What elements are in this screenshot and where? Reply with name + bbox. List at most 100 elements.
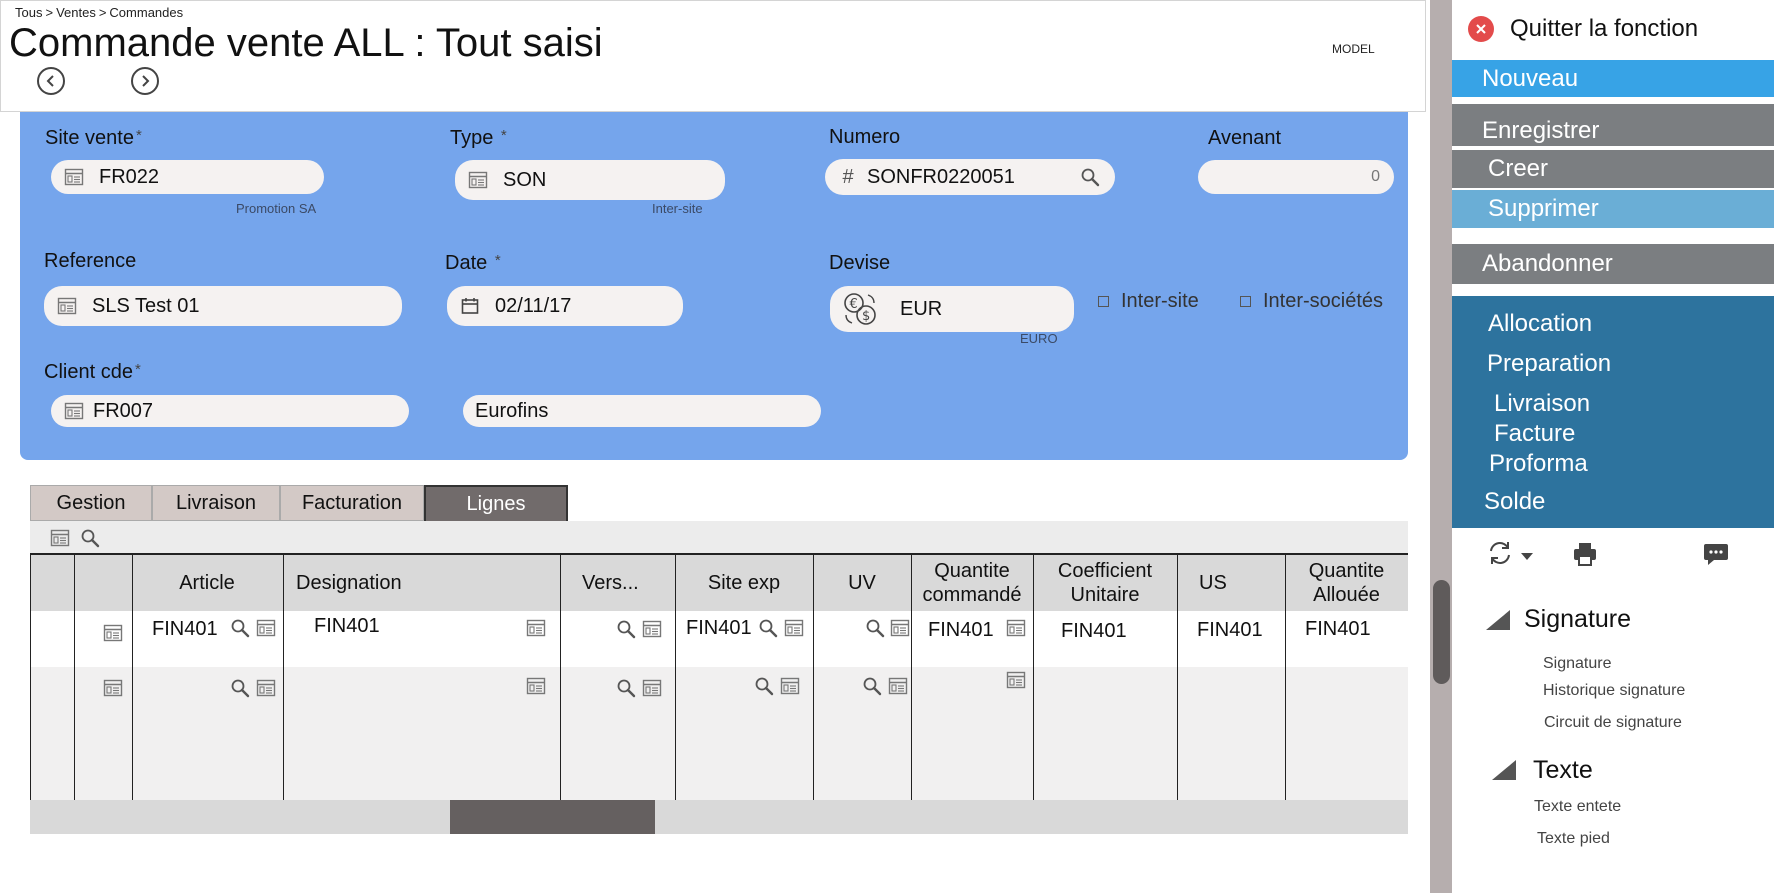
- cell-article[interactable]: FIN401: [152, 618, 218, 641]
- action-preparation[interactable]: Preparation: [1487, 350, 1611, 378]
- historique-signature-link[interactable]: Historique signature: [1543, 682, 1685, 700]
- vertical-scroll-thumb[interactable]: [1433, 580, 1450, 684]
- tab-lignes[interactable]: Lignes: [424, 485, 568, 521]
- table-lookup-icon[interactable]: [103, 623, 123, 643]
- tab-facturation[interactable]: Facturation: [280, 485, 424, 521]
- devise-field[interactable]: € $ EUR: [830, 286, 1074, 332]
- column-header-vers[interactable]: Vers...: [560, 555, 674, 611]
- table-lookup-icon[interactable]: [103, 678, 123, 698]
- table-lookup-icon[interactable]: [256, 618, 276, 638]
- table-lookup-icon[interactable]: [467, 170, 489, 190]
- avenant-field[interactable]: 0: [1198, 160, 1394, 194]
- enregistrer-button[interactable]: Enregistrer: [1452, 104, 1774, 146]
- texte-pied-link[interactable]: Texte pied: [1537, 830, 1610, 848]
- previous-record-button[interactable]: [37, 67, 65, 95]
- column-header-coefficient-unitaire[interactable]: Coefficient Unitaire: [1033, 555, 1177, 611]
- table-lookup-icon[interactable]: [784, 618, 804, 638]
- cell-coefficient-unitaire[interactable]: FIN401: [1061, 620, 1127, 643]
- refresh-icon[interactable]: [1485, 538, 1515, 573]
- search-icon[interactable]: [758, 618, 778, 638]
- numero-field[interactable]: # SONFR0220051: [825, 159, 1115, 195]
- inter-societes-checkbox[interactable]: Inter-sociétés: [1240, 290, 1383, 313]
- supprimer-button[interactable]: Supprimer: [1452, 190, 1774, 228]
- search-icon[interactable]: [862, 676, 882, 696]
- breadcrumb-item-tous[interactable]: Tous: [15, 5, 42, 20]
- search-icon[interactable]: [616, 678, 636, 698]
- client-cde-field[interactable]: FR007: [51, 395, 409, 427]
- texte-entete-link[interactable]: Texte entete: [1534, 798, 1621, 816]
- table-lookup-icon[interactable]: [642, 619, 662, 639]
- tab-livraison[interactable]: Livraison: [152, 485, 280, 521]
- main-area: Tous > Ventes > Commandes Commande vente ALL…: [0, 0, 1426, 893]
- comment-icon[interactable]: [1702, 540, 1730, 573]
- table-lookup-icon[interactable]: [63, 167, 85, 187]
- table-lookup-icon[interactable]: [256, 678, 276, 698]
- table-lookup-icon[interactable]: [56, 296, 78, 316]
- calendar-icon[interactable]: [459, 296, 481, 316]
- column-header-us[interactable]: US: [1177, 555, 1285, 611]
- breadcrumb-item-commandes[interactable]: Commandes: [109, 5, 183, 20]
- inter-site-checkbox[interactable]: Inter-site: [1098, 290, 1199, 313]
- action-allocation[interactable]: Allocation: [1488, 310, 1592, 338]
- date-field[interactable]: 02/11/17: [447, 286, 683, 326]
- breadcrumb-item-ventes[interactable]: Ventes: [56, 5, 96, 20]
- site-vente-field[interactable]: FR022: [51, 160, 324, 194]
- cell-designation[interactable]: FIN401: [314, 615, 380, 638]
- tab-gestion[interactable]: Gestion: [30, 485, 152, 521]
- signature-section-title[interactable]: Signature: [1524, 605, 1631, 634]
- texte-section-title[interactable]: Texte: [1533, 756, 1593, 785]
- close-icon[interactable]: [1468, 16, 1494, 42]
- search-icon[interactable]: [865, 618, 885, 638]
- table-lookup-icon[interactable]: [1006, 670, 1026, 690]
- vertical-scrollbar[interactable]: [1430, 0, 1452, 893]
- action-facture[interactable]: Facture: [1494, 420, 1575, 448]
- column-header-quantite-commande[interactable]: Quantite commandé: [911, 555, 1033, 611]
- column-header-uv[interactable]: UV: [813, 555, 911, 611]
- next-record-button[interactable]: [131, 67, 159, 95]
- search-icon[interactable]: [80, 528, 100, 553]
- quit-function-button[interactable]: Quitter la fonction: [1468, 15, 1698, 43]
- table-lookup-icon[interactable]: [50, 528, 70, 553]
- table-lookup-icon[interactable]: [526, 676, 546, 696]
- creer-button[interactable]: Creer: [1452, 150, 1774, 188]
- search-icon[interactable]: [230, 618, 250, 638]
- search-icon[interactable]: [616, 619, 636, 639]
- column-header-site-exp[interactable]: Site exp: [675, 555, 813, 611]
- chevron-down-icon[interactable]: [1520, 548, 1534, 566]
- nouveau-button[interactable]: Nouveau: [1452, 60, 1774, 97]
- type-field[interactable]: SON: [455, 160, 725, 200]
- cell-us[interactable]: FIN401: [1197, 619, 1263, 642]
- checkbox-box[interactable]: [1240, 296, 1251, 307]
- table-lookup-icon[interactable]: [780, 676, 800, 696]
- section-expand-icon[interactable]: [1490, 758, 1518, 782]
- search-icon[interactable]: [230, 678, 250, 698]
- signature-link[interactable]: Signature: [1543, 655, 1612, 673]
- client-name-field[interactable]: Eurofins: [463, 395, 821, 427]
- table-lookup-icon[interactable]: [1006, 618, 1026, 638]
- action-proforma[interactable]: Proforma: [1489, 450, 1588, 478]
- table-lookup-icon[interactable]: [526, 618, 546, 638]
- table-lookup-icon[interactable]: [642, 678, 662, 698]
- action-livraison[interactable]: Livraison: [1494, 390, 1590, 418]
- column-header-designation[interactable]: Designation: [284, 555, 560, 611]
- checkbox-box[interactable]: [1098, 296, 1109, 307]
- action-solde[interactable]: Solde: [1484, 488, 1545, 516]
- table-lookup-icon[interactable]: [888, 676, 908, 696]
- table-lookup-icon[interactable]: [890, 618, 910, 638]
- circuit-signature-link[interactable]: Circuit de signature: [1544, 714, 1682, 732]
- search-icon[interactable]: [1079, 167, 1101, 187]
- cell-quantite-allouee[interactable]: FIN401: [1305, 618, 1371, 641]
- search-icon[interactable]: [754, 676, 774, 696]
- table-lookup-icon[interactable]: [63, 401, 85, 421]
- column-header-article[interactable]: Article: [132, 555, 282, 611]
- abandonner-button[interactable]: Abandonner: [1452, 244, 1774, 284]
- horizontal-scroll-thumb[interactable]: [450, 800, 655, 834]
- section-expand-icon[interactable]: [1484, 608, 1512, 632]
- column-header-quantite-allouee[interactable]: Quantite Allouée: [1285, 555, 1408, 611]
- cell-site-exp[interactable]: FIN401: [686, 617, 752, 640]
- cell-quantite-commande[interactable]: FIN401: [928, 619, 994, 642]
- currency-icon[interactable]: € $: [840, 289, 880, 329]
- horizontal-scrollbar[interactable]: [30, 800, 1408, 834]
- reference-field[interactable]: SLS Test 01: [44, 286, 402, 326]
- print-icon[interactable]: [1571, 540, 1599, 573]
